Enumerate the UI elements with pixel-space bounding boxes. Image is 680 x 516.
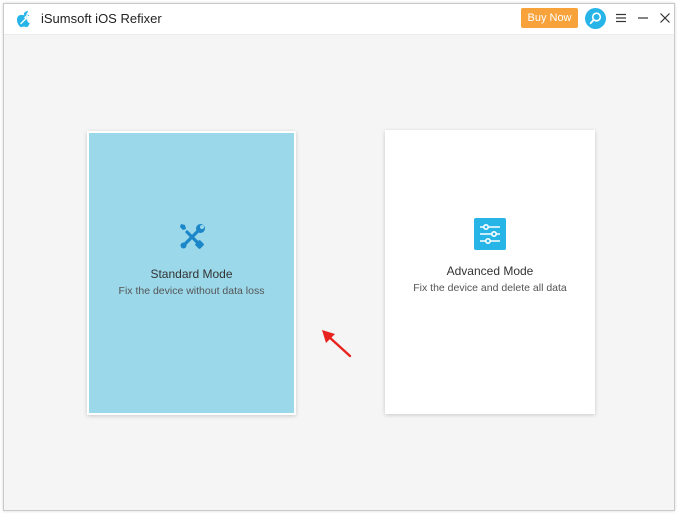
menu-icon[interactable] — [613, 10, 629, 26]
advanced-mode-title: Advanced Mode — [446, 264, 534, 278]
buy-now-button[interactable]: Buy Now — [521, 8, 578, 28]
search-icon — [589, 12, 602, 25]
app-window: iSumsoft iOS Refixer Buy Now Standard Mo… — [3, 3, 675, 511]
tools-icon — [179, 224, 205, 249]
advanced-mode-card[interactable]: Advanced Mode Fix the device and delete … — [385, 130, 595, 414]
title-bar: iSumsoft iOS Refixer Buy Now — [4, 4, 674, 35]
advanced-mode-description: Fix the device and delete all data — [413, 282, 567, 294]
standard-mode-card[interactable]: Standard Mode Fix the device without dat… — [87, 131, 296, 415]
app-title: iSumsoft iOS Refixer — [41, 11, 162, 26]
sliders-icon — [474, 218, 506, 250]
close-icon[interactable] — [657, 10, 673, 26]
standard-mode-title: Standard Mode — [150, 267, 233, 281]
search-button[interactable] — [585, 8, 606, 29]
app-logo — [16, 10, 30, 28]
minimize-icon[interactable] — [635, 10, 651, 26]
standard-mode-description: Fix the device without data loss — [118, 285, 265, 297]
annotation-arrow-icon — [322, 330, 352, 358]
